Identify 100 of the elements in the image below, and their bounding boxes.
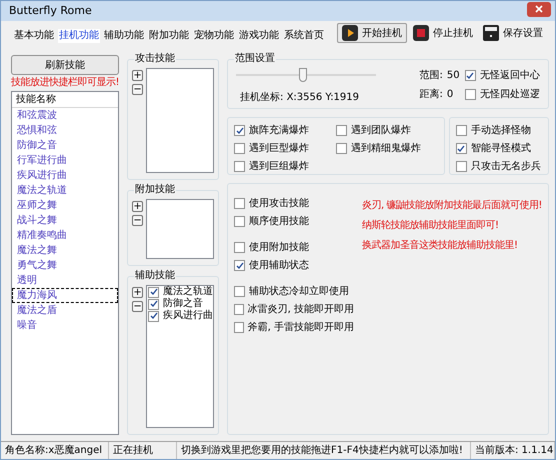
save-icon [483,25,499,41]
option-checkbox[interactable]: 使用附加技能 [234,240,354,255]
option-checkbox[interactable]: 防御之音 [148,298,214,310]
option-checkbox[interactable]: 顺序使用技能 [234,214,354,229]
checkbox[interactable] [456,125,467,136]
skill-item[interactable]: 噪音 [12,318,118,333]
option-label: 旗阵充满爆炸 [249,124,310,138]
option-checkbox[interactable]: 旗阵充满爆炸 [234,123,336,138]
option-checkbox[interactable]: 遇到巨组爆炸 [234,159,336,174]
toolbar-button[interactable]: 停止挂机 [409,23,477,43]
option-checkbox[interactable]: 遇到团队爆炸 [336,123,438,138]
skill-item[interactable]: 魔力海风 [12,288,118,303]
remove-button[interactable]: − [132,215,144,226]
option-label: 防御之音 [163,298,204,310]
remove-button[interactable]: − [132,301,144,312]
option-label: 遇到精细鬼爆炸 [350,142,421,156]
refresh-button[interactable]: 刷新技能 [11,55,120,75]
checkbox[interactable] [336,125,347,136]
option-label: 遇到巨组爆炸 [249,160,310,174]
note-text: 炎刃, 镰鼬技能放附加技能最后面就可使用! [362,198,542,213]
option-checkbox[interactable]: 遇到精细鬼爆炸 [336,141,438,156]
range-label: 范围: [420,68,443,83]
window-title: Butterfly Rome [9,2,92,19]
tab[interactable]: 系统首页 [283,29,325,43]
skill-item[interactable]: 透明 [12,273,118,288]
skill-item[interactable]: 和弦震波 [12,108,118,123]
checkbox[interactable] [234,322,244,333]
option-label: 使用攻击技能 [249,196,310,211]
option-label: 只攻击无名步兵 [470,160,541,174]
skill-item[interactable]: 勇气之舞 [12,258,118,273]
add-button[interactable]: + [132,287,144,298]
skill-item[interactable]: 恐惧和弦 [12,123,118,138]
tab[interactable]: 基本功能 [13,29,55,43]
option-label: 无怪四处巡逻 [480,88,540,102]
status-text: 切换到游戏里把您要用的技能拖进F1-F4快捷栏内就可以添加啦! [177,442,471,459]
skill-item[interactable]: 巫师之舞 [12,198,118,213]
toolbar-button[interactable]: 开始挂机 [337,23,407,43]
option-checkbox[interactable]: 无怪四处巡逻 [464,87,540,102]
checkbox[interactable] [234,198,246,209]
option-label: 智能寻怪模式 [470,142,531,156]
add-button[interactable]: + [132,201,144,212]
checkbox[interactable] [234,286,246,297]
checkbox[interactable] [148,286,160,298]
option-label: 使用辅助状态 [249,258,310,273]
skill-item[interactable]: 防御之音 [12,138,118,153]
option-checkbox[interactable]: 无怪返回中心 [464,68,540,83]
option-label: 遇到团队爆炸 [350,124,411,138]
checkbox[interactable] [234,304,244,315]
skill-item[interactable]: 魔法之舞 [12,243,118,258]
skill-item[interactable]: 疾风进行曲 [12,168,118,183]
range-slider[interactable] [236,68,376,82]
option-checkbox[interactable]: 手动选择怪物 [456,123,542,138]
toolbar-button[interactable]: 保存设置 [479,23,547,43]
skill-item[interactable]: 行军进行曲 [12,153,118,168]
option-label: 无怪返回中心 [480,68,540,83]
option-checkbox[interactable]: 魔法之轨道 [148,286,214,298]
tab[interactable]: 游戏功能 [238,29,280,43]
tab[interactable]: 辅助功能 [103,29,145,43]
checkbox[interactable] [234,260,246,271]
option-checkbox[interactable]: 智能寻怪模式 [456,141,542,156]
option-checkbox[interactable]: 疾风进行曲 [148,310,214,322]
option-label: 使用附加技能 [249,240,310,255]
skill-item[interactable]: 战斗之舞 [12,213,118,228]
checkbox[interactable] [464,70,476,81]
add-button[interactable]: + [132,70,144,81]
slider-thumb[interactable] [299,68,308,82]
tab[interactable]: 挂机功能 [58,29,100,43]
checkbox[interactable] [336,143,347,154]
checkbox[interactable] [234,242,246,253]
option-checkbox[interactable]: 遇到巨型爆炸 [234,141,336,156]
checkbox[interactable] [234,143,246,154]
option-label: 魔法之轨道 [163,286,214,298]
option-checkbox[interactable]: 使用辅助状态 [234,258,354,273]
tab[interactable]: 附加功能 [148,29,190,43]
checkbox[interactable] [148,298,160,310]
note-text: 换武器加圣音这类技能放辅助技能里! [362,238,519,253]
checkbox[interactable] [456,143,467,154]
option-checkbox[interactable]: 只攻击无名步兵 [456,159,542,174]
close-button[interactable] [527,2,551,16]
tab[interactable]: 宠物功能 [193,29,235,43]
status-text: 角色名称:x恶魔angel [1,442,109,459]
checkbox[interactable] [456,161,467,172]
checkbox[interactable] [234,125,246,136]
skill-item[interactable]: 魔法之盾 [12,303,118,318]
skill-item[interactable]: 魔法之轨道 [12,183,118,198]
option-checkbox[interactable]: 辅助状态冷却立即使用 [234,284,354,299]
option-label: 辅助状态冷却立即使用 [249,284,350,299]
option-label: 疾风进行曲 [163,310,214,322]
checkbox[interactable] [234,161,246,172]
option-label: 手动选择怪物 [470,124,531,138]
option-checkbox[interactable]: 使用攻击技能 [234,196,354,211]
checkbox[interactable] [148,310,160,322]
skill-item[interactable]: 精准奏鸣曲 [12,228,118,243]
column-header: 技能名称 [12,92,118,108]
hint-text: 技能放进快捷栏即可显示! [11,76,120,90]
close-icon [535,5,543,13]
checkbox[interactable] [234,216,246,227]
checkbox[interactable] [464,89,476,100]
remove-button[interactable]: − [132,84,144,95]
skill-slot-list [146,199,214,260]
